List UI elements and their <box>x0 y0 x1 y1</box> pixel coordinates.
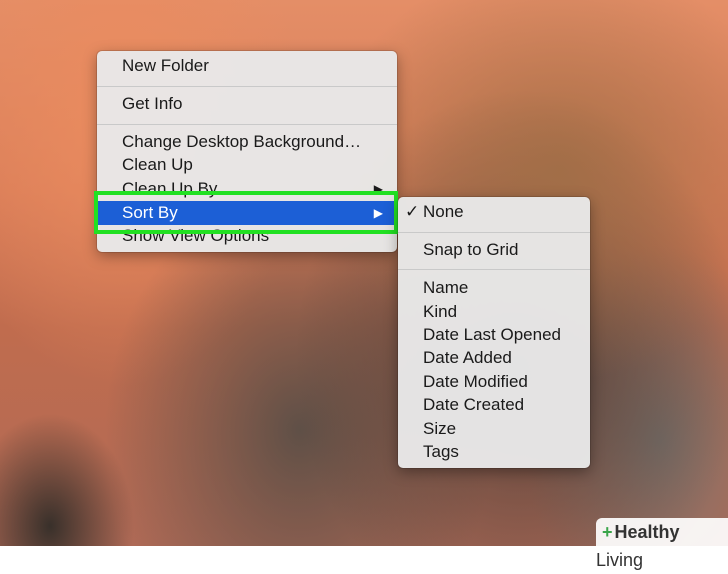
menu-item-label: Clean Up <box>122 155 193 174</box>
submenu-item-label: Date Modified <box>423 372 528 391</box>
menu-item-get-info[interactable]: Get Info <box>97 92 397 116</box>
menu-item-new-folder[interactable]: New Folder <box>97 54 397 78</box>
submenu-item-date-created[interactable]: Date Created <box>398 393 590 417</box>
watermark-brand-bold: Healthy <box>614 522 680 542</box>
submenu-item-name[interactable]: Name <box>398 276 590 300</box>
wallpaper-trees <box>0 326 170 546</box>
sort-by-submenu: ✓ None Snap to Grid Name Kind Date Last … <box>398 197 590 468</box>
submenu-item-label: Tags <box>423 442 459 461</box>
submenu-item-snap-to-grid[interactable]: Snap to Grid <box>398 238 590 262</box>
submenu-item-date-modified[interactable]: Date Modified <box>398 370 590 394</box>
submenu-item-date-added[interactable]: Date Added <box>398 346 590 370</box>
menu-item-label: Change Desktop Background… <box>122 132 362 151</box>
menu-separator <box>398 269 590 270</box>
submenu-item-label: Date Created <box>423 395 525 414</box>
submenu-item-label: Name <box>423 278 469 297</box>
checkmark-icon: ✓ <box>405 202 420 221</box>
submenu-item-label: Kind <box>423 302 458 321</box>
submenu-item-date-last-opened[interactable]: Date Last Opened <box>398 323 590 347</box>
menu-separator <box>398 232 590 233</box>
submenu-item-tags[interactable]: Tags <box>398 440 590 464</box>
submenu-item-label: None <box>423 202 464 221</box>
plus-icon: + <box>602 522 613 542</box>
watermark-logo: + Healthy Living <box>596 518 728 570</box>
submenu-item-label: Size <box>423 419 457 438</box>
submenu-item-none[interactable]: ✓ None <box>398 200 590 224</box>
submenu-item-label: Date Added <box>423 348 512 367</box>
submenu-item-label: Snap to Grid <box>423 240 519 259</box>
menu-item-clean-up[interactable]: Clean Up <box>97 153 397 177</box>
menu-item-label: New Folder <box>122 56 209 75</box>
menu-item-label: Get Info <box>122 94 183 113</box>
submenu-item-kind[interactable]: Kind <box>398 300 590 324</box>
submenu-item-label: Date Last Opened <box>423 325 561 344</box>
annotation-highlight-box <box>94 191 398 234</box>
submenu-item-size[interactable]: Size <box>398 417 590 441</box>
watermark-brand-rest: Living <box>596 550 644 570</box>
menu-separator <box>97 124 397 125</box>
menu-separator <box>97 86 397 87</box>
menu-item-change-desktop-background[interactable]: Change Desktop Background… <box>97 130 397 154</box>
